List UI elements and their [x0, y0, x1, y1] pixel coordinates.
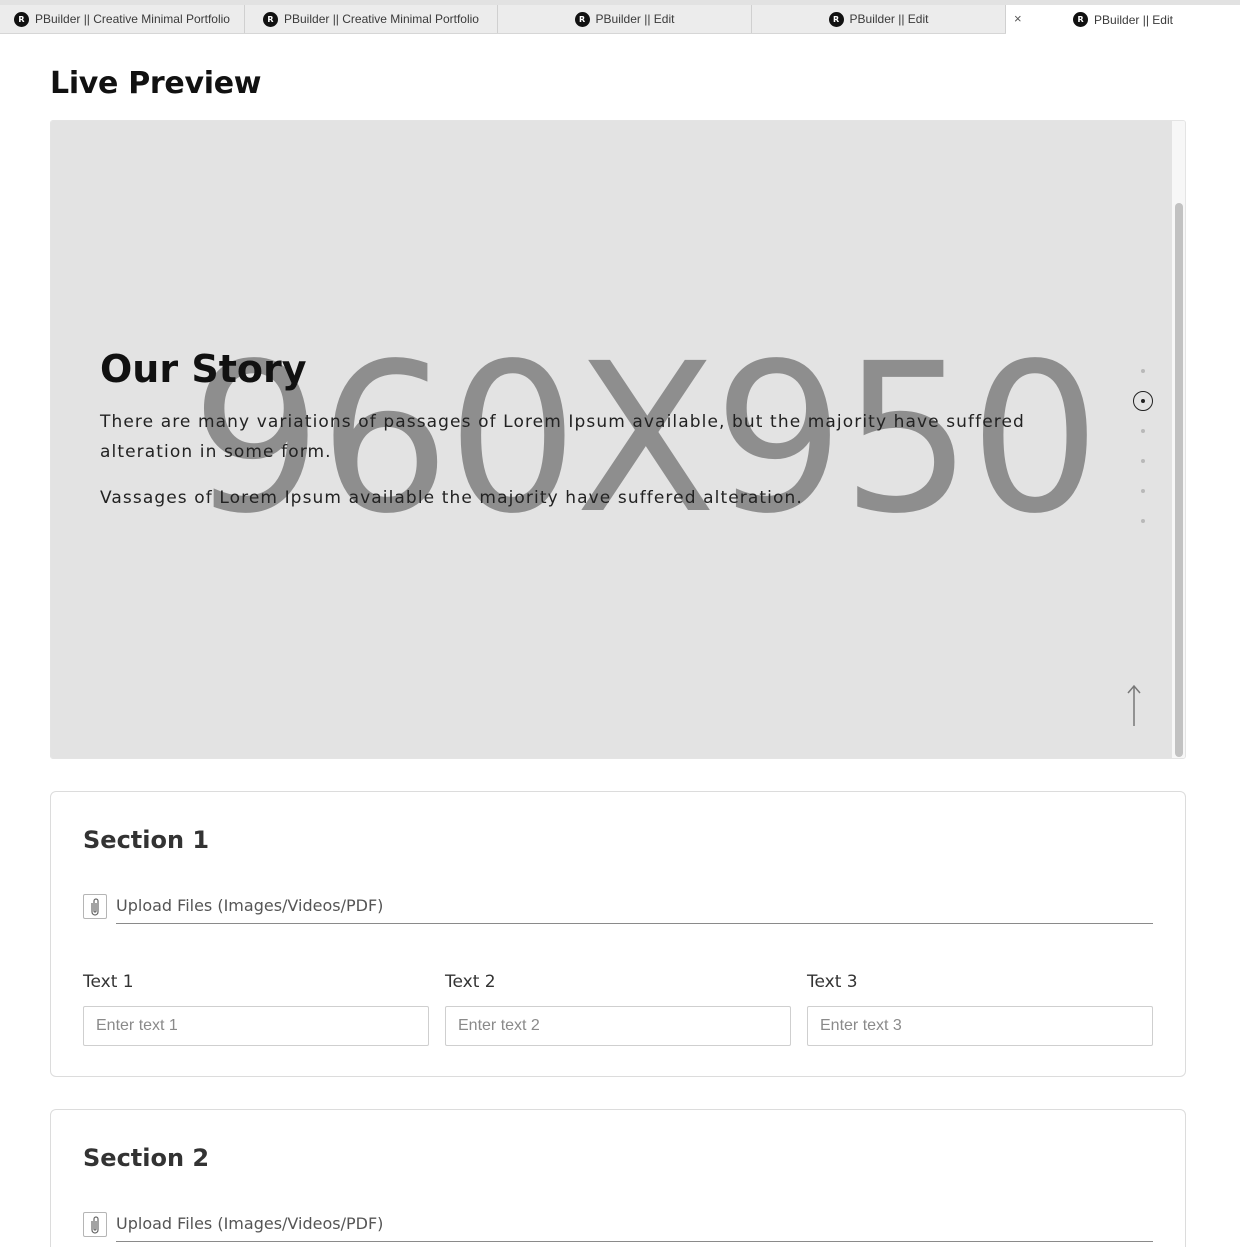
preview-scrollbar[interactable]: [1172, 121, 1185, 758]
arrow-up-icon[interactable]: [1123, 683, 1145, 727]
favicon-icon: R: [14, 11, 29, 27]
nav-dot[interactable]: [1141, 459, 1145, 463]
story-title: Our Story: [100, 347, 307, 391]
close-tab-icon[interactable]: ×: [1014, 11, 1022, 26]
tab-title: PBuilder || Edit: [1094, 12, 1173, 27]
upload-label[interactable]: Upload Files (Images/Videos/PDF): [116, 896, 383, 915]
file-upload-field[interactable]: Upload Files (Images/Videos/PDF): [83, 1210, 1153, 1242]
upload-underline: [116, 1241, 1153, 1242]
text-3-label: Text 3: [807, 972, 858, 992]
story-paragraph-2: Vassages of Lorem Ipsum available the ma…: [100, 488, 803, 508]
section-title: Section 1: [83, 826, 210, 854]
section-card-2: Section 2 Upload Files (Images/Videos/PD…: [50, 1109, 1186, 1247]
favicon-icon: R: [574, 11, 590, 27]
browser-tab-3[interactable]: R PBuilder || Edit: [498, 5, 752, 33]
section-card-1: Section 1 Upload Files (Images/Videos/PD…: [50, 791, 1186, 1077]
browser-tab-4[interactable]: R PBuilder || Edit: [752, 5, 1006, 33]
nav-dot[interactable]: [1141, 429, 1145, 433]
text-2-label: Text 2: [445, 972, 496, 992]
paperclip-icon[interactable]: [83, 894, 107, 919]
tab-title: PBuilder || Edit: [849, 12, 929, 26]
target-dot-icon[interactable]: [1133, 391, 1153, 411]
text-1-label: Text 1: [83, 972, 134, 992]
favicon-icon: R: [1073, 12, 1089, 27]
story-paragraph-1: There are many variations of passages of…: [100, 412, 1025, 462]
upload-label[interactable]: Upload Files (Images/Videos/PDF): [116, 1214, 383, 1233]
tab-title: PBuilder || Edit: [595, 12, 675, 26]
text-3-input[interactable]: [807, 1006, 1153, 1046]
live-preview-frame: 960X950 Our Story There are many variati…: [50, 120, 1186, 759]
browser-tab-bar: R PBuilder || Creative Minimal Portfolio…: [0, 0, 1240, 34]
browser-tab-2[interactable]: R PBuilder || Creative Minimal Portfolio: [245, 5, 498, 33]
page-title: Live Preview: [50, 66, 262, 101]
file-upload-field[interactable]: Upload Files (Images/Videos/PDF): [83, 892, 1153, 924]
tab-title: PBuilder || Creative Minimal Portfolio: [35, 12, 230, 26]
section-title: Section 2: [83, 1144, 210, 1172]
text-2-input[interactable]: [445, 1006, 791, 1046]
browser-tab-5-active[interactable]: × R PBuilder || Edit: [1006, 5, 1240, 34]
tab-title: PBuilder || Creative Minimal Portfolio: [284, 12, 479, 26]
text-1-field-group: Text 1: [83, 972, 429, 1046]
browser-tab-1[interactable]: R PBuilder || Creative Minimal Portfolio: [0, 5, 245, 33]
text-2-field-group: Text 2: [445, 972, 791, 1046]
favicon-icon: R: [263, 11, 278, 27]
favicon-icon: R: [828, 11, 844, 27]
nav-dot[interactable]: [1141, 519, 1145, 523]
preview-canvas: 960X950 Our Story There are many variati…: [51, 121, 1172, 758]
nav-dot[interactable]: [1141, 369, 1145, 373]
paperclip-icon[interactable]: [83, 1212, 107, 1237]
text-1-input[interactable]: [83, 1006, 429, 1046]
upload-underline: [116, 923, 1153, 924]
scrollbar-thumb[interactable]: [1175, 203, 1183, 757]
text-3-field-group: Text 3: [807, 972, 1153, 1046]
nav-dot[interactable]: [1141, 489, 1145, 493]
